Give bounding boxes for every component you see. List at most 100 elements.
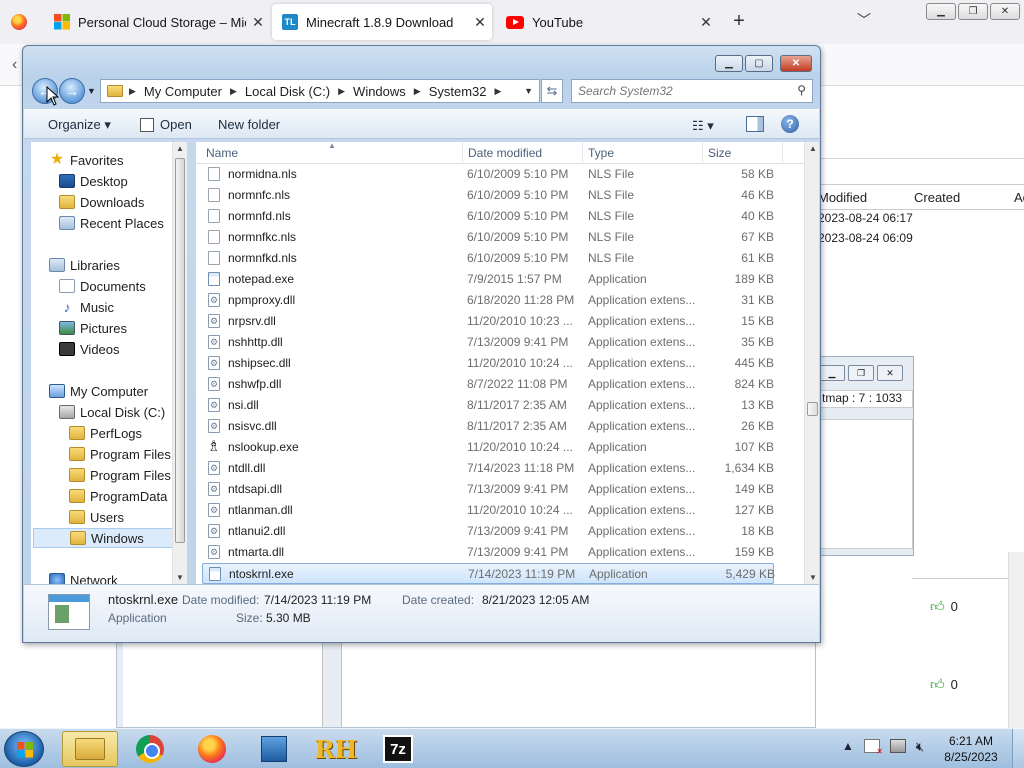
like-counter[interactable]: 👍︎ 0	[930, 598, 958, 615]
file-row[interactable]: ntdsapi.dll 7/13/2009 9:41 PM Application …	[196, 479, 804, 500]
taskbar-resource-hacker[interactable]: RH	[308, 731, 364, 767]
breadcrumb-separator[interactable]: ▶	[129, 86, 136, 97]
file-row[interactable]: nsi.dll 8/11/2017 2:35 AM Application exte…	[196, 395, 804, 416]
list-all-tabs-button[interactable]: ﹀	[852, 10, 876, 34]
column-size[interactable]: Size	[708, 146, 731, 160]
system-clock[interactable]: 6:21 AM 8/25/2023	[930, 733, 1012, 765]
address-bar[interactable]: ▶ My Computer ▶ Local Disk (C:) ▶ Window…	[100, 79, 540, 103]
change-view-button[interactable]: ☷ ▾	[692, 118, 714, 134]
organize-button[interactable]: Organize ▾	[48, 117, 111, 133]
column-type[interactable]: Type	[588, 146, 614, 160]
column-divider[interactable]	[462, 142, 463, 164]
scrollbar-thumb[interactable]	[175, 158, 185, 543]
nav-program-files-x86[interactable]: Program Files (	[69, 465, 179, 485]
file-row[interactable]: ntlanman.dll 11/20/2010 10:24 ... Applicat…	[196, 500, 804, 521]
address-dropdown-icon[interactable]: ▼	[524, 86, 533, 96]
tab-personal-cloud-storage[interactable]: Personal Cloud Storage – Micro ✕	[44, 4, 270, 40]
scroll-down-arrow-icon[interactable]: ▼	[809, 573, 817, 582]
show-hidden-icons-icon[interactable]: ▲	[842, 739, 854, 753]
browser-minimize-button[interactable]: ▁	[926, 3, 956, 20]
nav-perflogs[interactable]: PerfLogs	[69, 423, 142, 443]
taskbar-chrome[interactable]	[122, 731, 178, 767]
file-list-scrollbar[interactable]: ▲ ▼	[804, 142, 819, 584]
recent-pages-dropdown[interactable]: ▼	[87, 86, 96, 96]
new-folder-button[interactable]: New folder	[218, 117, 280, 132]
file-row[interactable]: ntoskrnl.exe 7/14/2023 11:19 PM Applicatio…	[202, 563, 775, 584]
nav-pictures[interactable]: Pictures	[59, 318, 127, 338]
file-row[interactable]: ntmarta.dll 7/13/2009 9:41 PM Application …	[196, 542, 804, 563]
minimize-button[interactable]: ▁	[819, 365, 845, 381]
file-row[interactable]: notepad.exe 7/9/2015 1:57 PM Application 18…	[196, 269, 804, 290]
file-row[interactable]: nshhttp.dll 7/13/2009 9:41 PM Application …	[196, 332, 804, 353]
file-row[interactable]: nslookup.exe 11/20/2010 10:24 ... Applicat…	[196, 437, 804, 458]
file-row[interactable]: nrpsrv.dll 11/20/2010 10:23 ... Applicatio…	[196, 311, 804, 332]
navigation-scrollbar[interactable]: ▲ ▼	[172, 142, 187, 584]
breadcrumb-local-disk[interactable]: Local Disk (C:)	[245, 84, 330, 99]
nav-program-files[interactable]: Program Files	[69, 444, 171, 464]
file-row[interactable]: normnfc.nls 6/10/2009 5:10 PM NLS File 46 K…	[196, 185, 804, 206]
file-row[interactable]: npmproxy.dll 6/18/2020 11:28 PM Applicatio…	[196, 290, 804, 311]
nav-my-computer[interactable]: My Computer	[49, 381, 148, 401]
nav-videos[interactable]: Videos	[59, 339, 120, 359]
file-row[interactable]: normidna.nls 6/10/2009 5:10 PM NLS File 58 …	[196, 164, 804, 185]
open-button[interactable]: Open	[140, 117, 192, 132]
nav-documents[interactable]: Documents	[59, 276, 146, 296]
preview-pane-button[interactable]	[746, 116, 764, 132]
back-arrow-icon[interactable]: ‹	[12, 56, 17, 74]
scroll-down-arrow-icon[interactable]: ▼	[176, 573, 184, 582]
show-desktop-button[interactable]	[1012, 729, 1024, 768]
file-row[interactable]: nshipsec.dll 11/20/2010 10:24 ... Applicat…	[196, 353, 804, 374]
taskbar-windows-explorer[interactable]	[62, 731, 118, 767]
nav-users[interactable]: Users	[69, 507, 124, 527]
close-button[interactable]: ✕	[877, 365, 903, 381]
close-tab-icon[interactable]: ✕	[246, 14, 270, 31]
like-counter[interactable]: 👍︎ 0	[930, 676, 958, 693]
nav-programdata[interactable]: ProgramData	[69, 486, 167, 506]
firefox-menu-icon[interactable]	[11, 14, 27, 30]
nav-music[interactable]: ♪ Music	[59, 297, 114, 317]
breadcrumb-separator[interactable]: ▶	[338, 86, 345, 97]
breadcrumb-system32[interactable]: System32	[429, 84, 487, 99]
file-row[interactable]: nshwfp.dll 8/7/2022 11:08 PM Application e…	[196, 374, 804, 395]
action-center-flag-icon[interactable]	[863, 739, 883, 756]
network-status-icon[interactable]	[889, 739, 906, 753]
breadcrumb-my-computer[interactable]: My Computer	[144, 84, 222, 99]
file-row[interactable]: nsisvc.dll 8/11/2017 2:35 AM Application e…	[196, 416, 804, 437]
nav-favorites[interactable]: ★ Favorites	[49, 150, 124, 170]
breadcrumb-separator[interactable]: ▶	[495, 86, 502, 97]
taskbar-remote-desktop[interactable]	[246, 731, 302, 767]
tab-minecraft-download[interactable]: TL Minecraft 1.8.9 Download ✕	[272, 4, 492, 40]
taskbar-7zip[interactable]: 7z	[370, 731, 426, 767]
breadcrumb-separator[interactable]: ▶	[230, 86, 237, 97]
file-row[interactable]: normnfkc.nls 6/10/2009 5:10 PM NLS File 67 …	[196, 227, 804, 248]
refresh-button[interactable]: ⇆	[541, 79, 563, 103]
nav-local-disk[interactable]: Local Disk (C:)	[59, 402, 165, 422]
search-icon[interactable]: ⚲	[797, 83, 806, 97]
file-row[interactable]: normnfkd.nls 6/10/2009 5:10 PM NLS File 61 …	[196, 248, 804, 269]
column-divider[interactable]	[702, 142, 703, 164]
close-tab-icon[interactable]: ✕	[694, 14, 718, 31]
start-button[interactable]	[4, 731, 44, 767]
file-row[interactable]: ntdll.dll 7/14/2023 11:18 PM Application e…	[196, 458, 804, 479]
dialog-close-button[interactable]: ✕	[780, 55, 812, 72]
column-divider[interactable]	[582, 142, 583, 164]
page-scrollbar[interactable]	[1008, 552, 1024, 728]
help-button[interactable]: ?	[781, 115, 799, 133]
nav-recent-places[interactable]: Recent Places	[59, 213, 164, 233]
file-row[interactable]: ntlanui2.dll 7/13/2009 9:41 PM Application…	[196, 521, 804, 542]
dialog-maximize-button[interactable]: ▢	[745, 55, 773, 72]
nav-windows[interactable]: Windows	[33, 528, 179, 548]
new-tab-button[interactable]: +	[728, 10, 750, 32]
taskbar-firefox[interactable]	[184, 731, 240, 767]
search-box[interactable]: ⚲	[571, 79, 813, 103]
scroll-up-arrow-icon[interactable]: ▲	[176, 144, 184, 153]
breadcrumb-windows[interactable]: Windows	[353, 84, 406, 99]
nav-downloads[interactable]: Downloads	[59, 192, 144, 212]
restore-button[interactable]: ❐	[848, 365, 874, 381]
forward-button[interactable]: →	[59, 78, 85, 104]
scrollbar-thumb[interactable]	[807, 402, 818, 416]
column-name[interactable]: Name	[206, 146, 238, 160]
breadcrumb-separator[interactable]: ▶	[414, 86, 421, 97]
search-input[interactable]	[578, 83, 778, 99]
file-row[interactable]: normnfd.nls 6/10/2009 5:10 PM NLS File 40 K…	[196, 206, 804, 227]
